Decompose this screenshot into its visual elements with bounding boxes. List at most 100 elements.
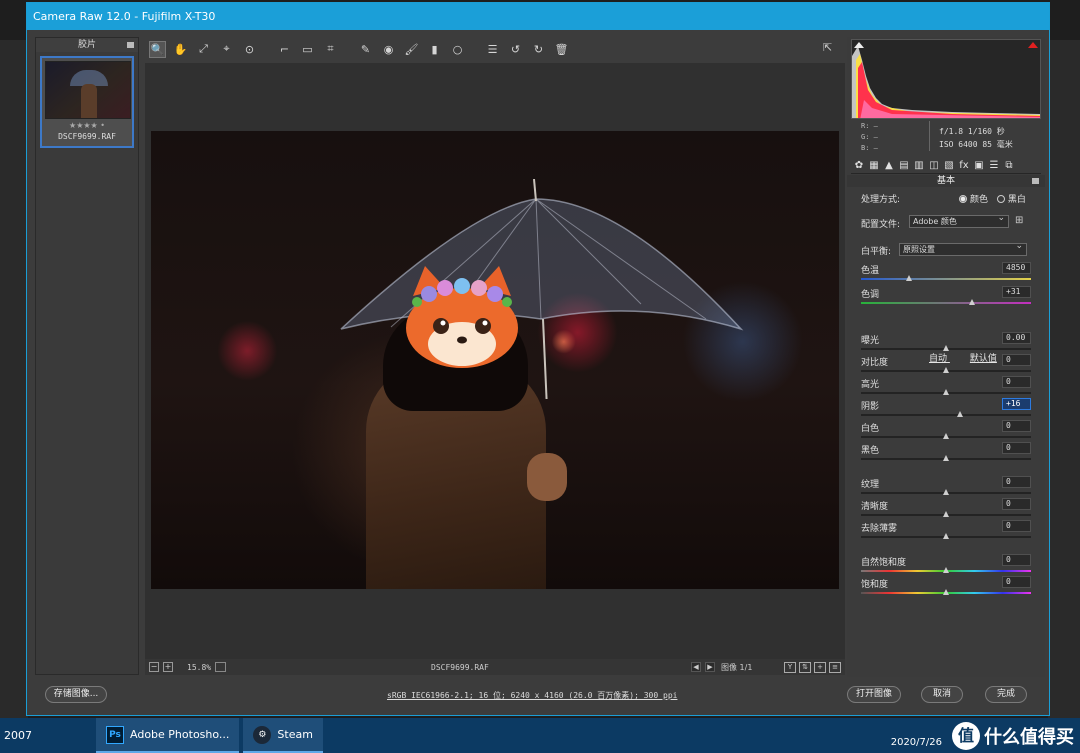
- histogram: [851, 39, 1041, 119]
- straighten-tool-icon[interactable]: ▭: [299, 41, 316, 58]
- slider-knob[interactable]: [943, 455, 949, 461]
- slider-knob[interactable]: [969, 299, 975, 305]
- wb-select[interactable]: 原照设置: [899, 241, 1027, 256]
- red-eye-tool-icon[interactable]: ◉: [380, 41, 397, 58]
- slider-label: 黑色: [861, 446, 880, 456]
- slider-knob[interactable]: [943, 511, 949, 517]
- hand-tool-icon[interactable]: ✋: [172, 41, 189, 58]
- slider-knob[interactable]: [906, 275, 912, 281]
- slider-value-input[interactable]: 0.00: [1002, 332, 1031, 344]
- zoom-in-button[interactable]: +: [163, 662, 173, 672]
- preview-settings-icon[interactable]: ≡: [829, 661, 841, 673]
- copy-settings-icon[interactable]: +: [814, 661, 826, 673]
- zoom-out-button[interactable]: −: [149, 662, 159, 672]
- slider-knob[interactable]: [943, 367, 949, 373]
- tray-date[interactable]: 2020/7/26: [891, 737, 942, 748]
- rotate-right-icon[interactable]: ↻: [530, 41, 547, 58]
- aperture-shutter: f/1.8 1/160 秒: [939, 127, 1005, 136]
- exif-divider: [929, 121, 930, 151]
- panel-menu-icon[interactable]: [1032, 178, 1039, 184]
- adjustments-panel: R: — G: — B: — f/1.8 1/160 秒 ISO 6400 85…: [847, 37, 1045, 677]
- tab-basic-icon[interactable]: ✿: [853, 160, 865, 172]
- graduated-filter-icon[interactable]: ▮: [426, 41, 443, 58]
- open-preferences-icon[interactable]: ⇱: [823, 41, 839, 55]
- profile-select[interactable]: Adobe 颜色: [909, 213, 1009, 228]
- slider-label: 色温: [861, 266, 880, 276]
- slider-value-input[interactable]: 0: [1002, 354, 1031, 366]
- open-image-button[interactable]: 打开图像: [847, 686, 901, 703]
- slider-knob[interactable]: [957, 411, 963, 417]
- slider-knob[interactable]: [943, 589, 949, 595]
- targeted-adjustment-tool-icon[interactable]: ⊙: [241, 41, 258, 58]
- image-canvas[interactable]: [145, 63, 845, 659]
- r-value: —: [873, 122, 878, 130]
- before-after-icon[interactable]: Y: [784, 661, 796, 673]
- adjustment-brush-icon[interactable]: 🖌: [403, 41, 420, 58]
- slider-value-input[interactable]: 0: [1002, 576, 1031, 588]
- slider-value-input[interactable]: 0: [1002, 498, 1031, 510]
- workflow-options-link[interactable]: sRGB IEC61966-2.1; 16 位; 6240 x 4160 (26…: [387, 690, 677, 701]
- tab-effects-icon[interactable]: fx: [958, 160, 970, 172]
- color-sampler-tool-icon[interactable]: ⌖: [218, 41, 235, 58]
- tab-calibration-icon[interactable]: ▣: [973, 160, 985, 172]
- tab-hsl-icon[interactable]: ▤: [898, 160, 910, 172]
- background-window-right: [1048, 40, 1080, 720]
- white-balance-tool-icon[interactable]: ⤢: [195, 41, 212, 58]
- slider-knob[interactable]: [943, 433, 949, 439]
- tab-presets-icon[interactable]: ☰: [988, 160, 1000, 172]
- thumbnail-rating[interactable]: ★★★★ •: [45, 121, 129, 130]
- slider-knob[interactable]: [943, 389, 949, 395]
- profile-browser-icon[interactable]: ⊞: [1015, 215, 1029, 227]
- slider-value-input[interactable]: +31: [1002, 286, 1031, 298]
- treatment-color-label: 颜色: [970, 195, 989, 205]
- shadow-clipping-warning-icon[interactable]: [854, 42, 864, 48]
- taskbar-photoshop[interactable]: Ps Adobe Photosho...: [96, 718, 240, 753]
- slider-value-input[interactable]: 0: [1002, 520, 1031, 532]
- swap-settings-icon[interactable]: ⇅: [799, 661, 811, 673]
- canvas-footer: − + 15.8% DSCF9699.RAF ◀ ▶ 图像 1/1 Y ⇅ + …: [145, 659, 845, 675]
- radial-filter-icon[interactable]: ○: [449, 41, 466, 58]
- tab-snapshots-icon[interactable]: ⧉: [1003, 160, 1015, 172]
- treatment-bw-radio[interactable]: [996, 195, 1005, 203]
- crop-tool-icon[interactable]: ⌐: [276, 41, 293, 58]
- slider-track[interactable]: [861, 414, 1031, 416]
- cancel-button[interactable]: 取消: [921, 686, 963, 703]
- save-image-button[interactable]: 存储图像...: [45, 686, 107, 703]
- tab-split-toning-icon[interactable]: ▥: [913, 160, 925, 172]
- slider-track[interactable]: [861, 302, 1031, 304]
- tab-lens-icon[interactable]: ◫: [928, 160, 940, 172]
- spot-removal-tool-icon[interactable]: ✎: [357, 41, 374, 58]
- tab-transform-icon[interactable]: ▧: [943, 160, 955, 172]
- rotate-left-icon[interactable]: ↺: [507, 41, 524, 58]
- thumbnail-filename: DSCF9699.RAF: [58, 132, 116, 141]
- slider-value-input[interactable]: 0: [1002, 554, 1031, 566]
- tab-detail-icon[interactable]: ▲: [883, 160, 895, 172]
- zoom-tool-icon[interactable]: 🔍: [149, 40, 166, 58]
- treatment-color-radio[interactable]: [959, 195, 967, 203]
- slider-value-input[interactable]: 0: [1002, 420, 1031, 432]
- slider-knob[interactable]: [943, 533, 949, 539]
- next-image-button[interactable]: ▶: [705, 662, 715, 672]
- taskbar-photoshop-label: Adobe Photosho...: [130, 728, 230, 741]
- zoom-dropdown[interactable]: [215, 662, 227, 672]
- trash-icon[interactable]: 🗑: [553, 41, 570, 58]
- slider-knob[interactable]: [943, 489, 949, 495]
- tab-tone-curve-icon[interactable]: ▦: [868, 160, 880, 172]
- slider-value-input[interactable]: 0: [1002, 376, 1031, 388]
- slider-value-input[interactable]: +16: [1002, 398, 1031, 410]
- taskbar-steam[interactable]: ⚙ Steam: [243, 718, 323, 753]
- preferences-icon[interactable]: ☰: [484, 41, 501, 58]
- transform-tool-icon[interactable]: ⌗: [322, 41, 339, 58]
- slider-value-input[interactable]: 0: [1002, 442, 1031, 454]
- slider-value-input[interactable]: 0: [1002, 476, 1031, 488]
- b-value: —: [873, 144, 878, 152]
- slider-knob[interactable]: [943, 345, 949, 351]
- slider-value-input[interactable]: 4850: [1002, 262, 1031, 274]
- highlight-clipping-warning-icon[interactable]: [1028, 42, 1038, 48]
- filmstrip-menu-icon[interactable]: [127, 42, 134, 48]
- filmstrip-thumbnail[interactable]: ★★★★ • DSCF9699.RAF: [40, 56, 134, 148]
- prev-image-button[interactable]: ◀: [691, 662, 701, 672]
- slider-knob[interactable]: [943, 567, 949, 573]
- done-button[interactable]: 完成: [985, 686, 1027, 703]
- slider-track[interactable]: [861, 278, 1031, 280]
